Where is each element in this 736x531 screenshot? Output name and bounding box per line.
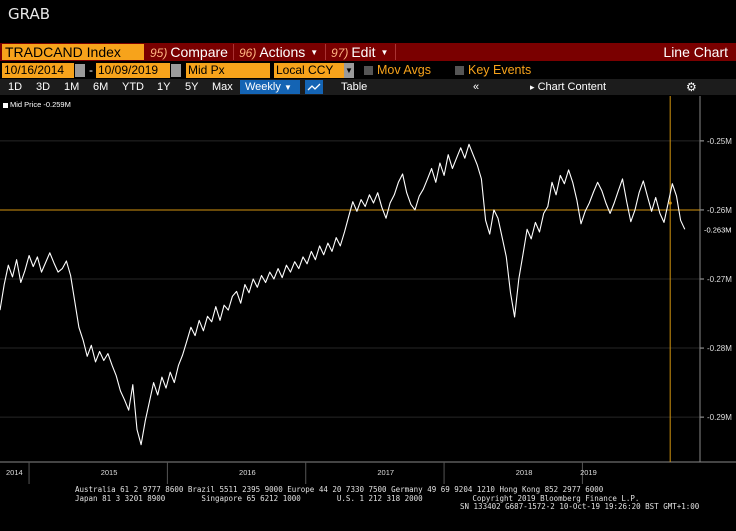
y-tick-label: -0.28M [707,344,732,353]
x-tick-label: 2019 [580,468,597,477]
footer: Australia 61 2 9777 8600 Brazil 5511 239… [0,485,736,512]
y-tick-label: -0.26M [707,206,732,215]
chart-legend: Mid Price -0.259M [3,100,71,109]
x-tick-label: 2015 [101,468,118,477]
legend-label: Mid Price -0.259M [10,100,71,109]
y-tick-label: -0.29M [707,413,732,422]
x-tick-label: 2016 [239,468,256,477]
footer-line-3: SN 133402 G687-1572-2 10-Oct-19 19:26:20… [460,502,700,511]
legend-swatch [3,102,8,108]
x-tick-label: 2017 [377,468,394,477]
x-tick-label: 2018 [516,468,533,477]
y-tick-label: -0.25M [707,137,732,146]
y-tick-label: -0.27M [707,275,732,284]
x-tick-label: 2014 [6,468,23,477]
crosshair-point [668,201,672,205]
last-value-label: -0.263M [704,225,732,234]
price-chart: -0.25M -0.26M -0.27M -0.28M -0.29M 2014 2015 20… [0,96,736,484]
